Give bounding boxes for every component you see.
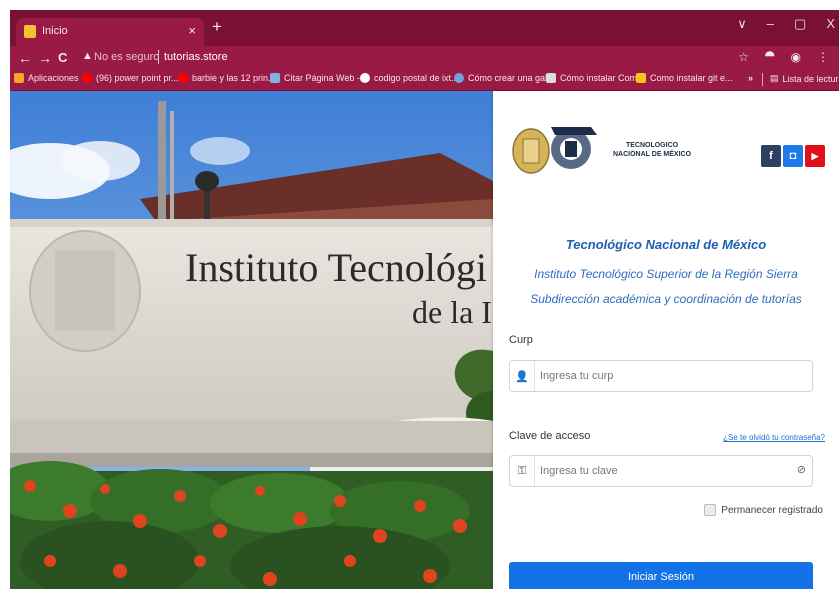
globe-icon: [270, 73, 280, 83]
browser-window: Inicio × + ∨ – ▢ X ← → C ▲ No es seguro …: [10, 10, 839, 589]
eye-slash-icon[interactable]: ⊘: [797, 463, 806, 476]
star-icon[interactable]: ☆: [738, 50, 749, 64]
password-field-group: ⚿ ⊘: [509, 455, 813, 487]
bookmark-label: codigo postal de ixt...: [374, 73, 459, 83]
forward-button[interactable]: →: [38, 49, 52, 67]
curp-label: Curp: [509, 334, 533, 346]
google-icon: [360, 73, 370, 83]
password-input[interactable]: [540, 456, 780, 486]
login-button[interactable]: Iniciar Sesión: [509, 562, 813, 589]
extensions-icon[interactable]: ⯊: [765, 49, 775, 64]
restore-button[interactable]: ▢: [794, 16, 806, 32]
warning-icon: ▲: [82, 50, 93, 62]
reading-list-label: Lista de lectura: [782, 73, 839, 84]
bookmark-label: barbie y las 12 prin...: [192, 73, 276, 83]
youtube-icon[interactable]: ▶: [805, 145, 825, 167]
bookmark-label: Cómo instalar Com...: [560, 73, 645, 83]
more-bookmarks-button[interactable]: »: [748, 73, 753, 83]
browser-toolbar: ← → C ▲ No es seguro tutorias.store ☆ ⯊ …: [10, 46, 839, 70]
bookmark-label: Citar Página Web -...: [284, 73, 368, 83]
institution-logos: TECNOLOGICO NACIONAL DE MÉXICO: [509, 121, 709, 181]
campus-photo-illustration: Instituto Tecnológi de la I: [10, 91, 493, 589]
bookmark-codigo-postal[interactable]: codigo postal de ixt...: [360, 73, 459, 83]
key-icon: ⚿: [510, 456, 535, 486]
user-icon: 👤: [510, 361, 535, 391]
doc-icon: [546, 73, 556, 83]
tecnm-logo-icon: [512, 127, 597, 174]
bookmark-label: Aplicaciones: [28, 73, 79, 83]
youtube-icon: [82, 73, 92, 83]
password-label: Clave de acceso: [509, 430, 591, 442]
bookmark-label: Cómo crear una gal...: [468, 73, 555, 83]
url-host[interactable]: tutorias.store: [164, 51, 228, 63]
institution-subtitle: Instituto Tecnológico Superior de la Reg…: [534, 267, 798, 281]
back-button[interactable]: ←: [18, 49, 32, 67]
tab-inicio[interactable]: Inicio ×: [16, 18, 204, 46]
social-links: f ◘ ▶: [761, 145, 825, 167]
remember-label: Permanecer registrado: [721, 504, 823, 516]
tab-strip: Inicio × + ∨ – ▢ X: [10, 10, 839, 46]
page-title: Tecnológico Nacional de México: [565, 237, 767, 252]
department-subtitle: Subdirección académica y coordinación de…: [530, 292, 802, 306]
sign-text-line2: de la I: [412, 294, 492, 330]
reading-list-icon: ▤: [770, 73, 779, 83]
bookmark-instalar-git[interactable]: Como instalar git e...: [636, 73, 733, 83]
youtube-icon: [178, 73, 188, 83]
apps-grid-icon: [14, 73, 24, 83]
tecnm-logo-text: TECNOLOGICO NACIONAL DE MÉXICO: [613, 141, 691, 159]
security-label[interactable]: No es seguro: [94, 51, 159, 63]
reading-list-button[interactable]: ▤ Lista de lectura: [770, 73, 839, 84]
campus-photo: Instituto Tecnológi de la I: [10, 91, 493, 589]
bookmarks-divider: [762, 73, 763, 86]
globe-icon: [454, 73, 464, 83]
remember-checkbox[interactable]: [704, 504, 717, 516]
square-icon[interactable]: ◘: [783, 145, 803, 167]
url-separator: [158, 50, 159, 64]
address-bar[interactable]: ▲ No es seguro tutorias.store: [76, 49, 686, 67]
new-tab-button[interactable]: +: [212, 18, 222, 36]
logo-text-line2: NACIONAL DE MÉXICO: [613, 151, 692, 158]
tab-close-icon[interactable]: ×: [188, 23, 196, 39]
reload-button[interactable]: C: [58, 49, 67, 67]
minimize-button[interactable]: –: [767, 16, 774, 32]
toolbar-actions: ☆ ⯊ ◉ ⋮: [738, 49, 829, 64]
sign-text-line1: Instituto Tecnológi: [185, 245, 487, 290]
tab-title: Inicio: [42, 25, 68, 37]
f-icon: [636, 73, 646, 83]
tab-favicon-icon: [24, 25, 36, 38]
menu-icon[interactable]: ⋮: [817, 50, 829, 64]
curp-field-group: 👤: [509, 360, 813, 392]
bookmark-instalar-com[interactable]: Cómo instalar Com...: [546, 73, 645, 83]
bookmark-power-point[interactable]: (96) power point pr...: [82, 73, 179, 83]
bookmark-barbie[interactable]: barbie y las 12 prin...: [178, 73, 276, 83]
page-content: Instituto Tecnológi de la I TECNOLOGICO …: [10, 91, 839, 589]
bookmark-citar-pagina[interactable]: Citar Página Web -...: [270, 73, 367, 83]
facebook-icon[interactable]: f: [761, 145, 781, 167]
bookmark-aplicaciones[interactable]: Aplicaciones: [14, 73, 79, 83]
profile-icon[interactable]: ◉: [791, 50, 801, 64]
logo-text-line1: TECNOLOGICO: [625, 142, 679, 149]
login-panel: TECNOLOGICO NACIONAL DE MÉXICO f ◘ ▶ Tec…: [493, 91, 839, 589]
tab-search-icon[interactable]: ∨: [737, 16, 747, 32]
bookmarks-bar: Aplicaciones (96) power point pr... barb…: [10, 70, 839, 91]
window-controls: ∨ – ▢ X: [737, 16, 835, 32]
remember-me[interactable]: Permanecer registrado: [704, 504, 823, 516]
bookmark-crear-galeria[interactable]: Cómo crear una gal...: [454, 73, 555, 83]
curp-input[interactable]: [540, 361, 780, 391]
close-window-button[interactable]: X: [826, 16, 835, 32]
forgot-password-link[interactable]: ¿Se te olvidó tu contraseña?: [723, 433, 825, 442]
bookmark-label: (96) power point pr...: [96, 73, 179, 83]
bookmark-label: Como instalar git e...: [650, 73, 733, 83]
